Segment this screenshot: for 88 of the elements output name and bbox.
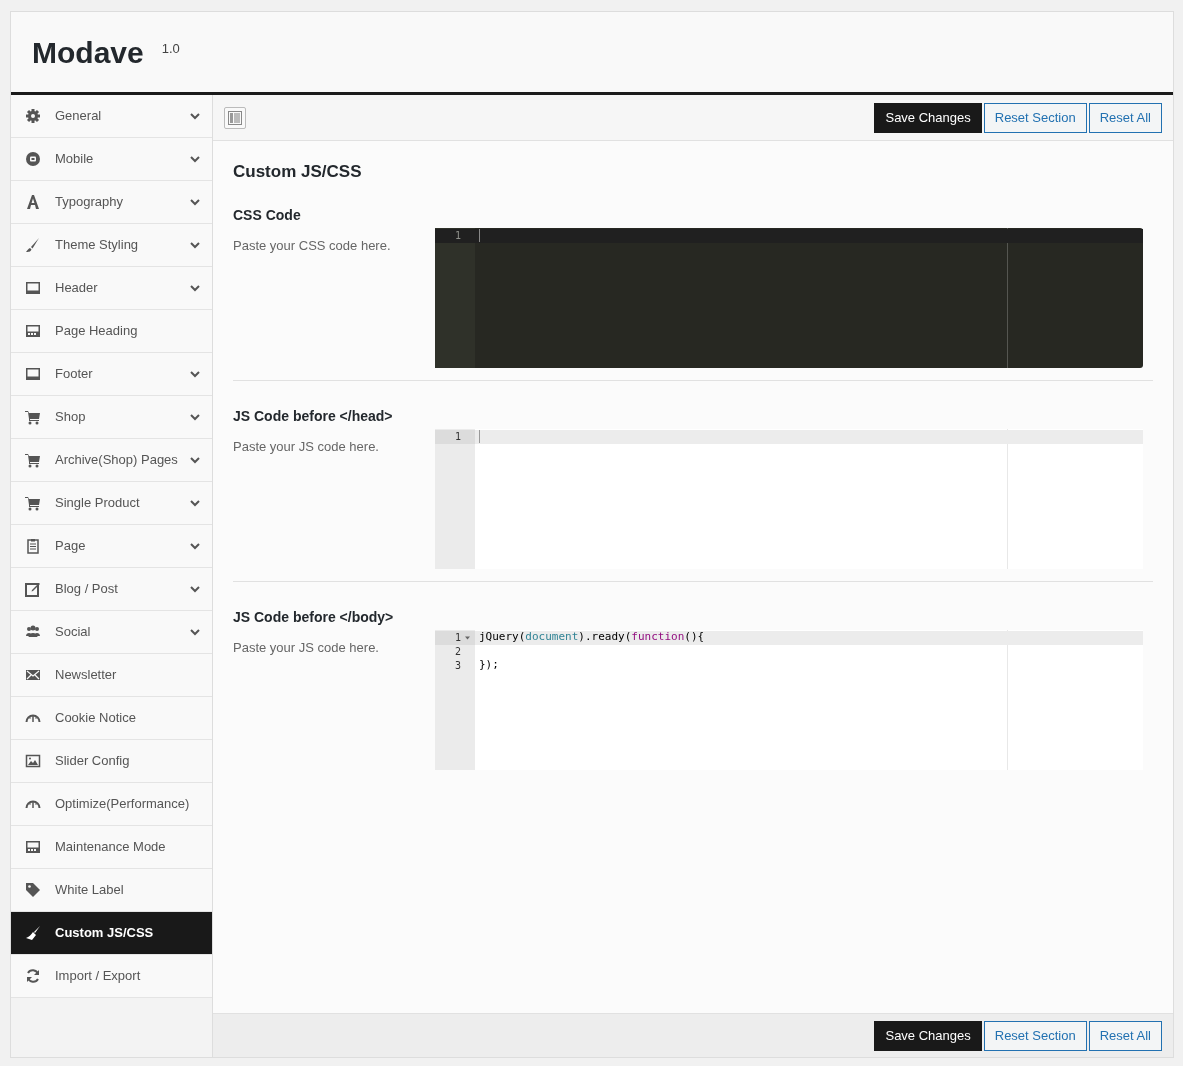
field-label: JS Code before </body> xyxy=(233,607,395,627)
sidebar-item-label: Archive(Shop) Pages xyxy=(55,451,179,470)
sidebar-item[interactable]: Header xyxy=(11,267,212,310)
sidebar-item[interactable]: Archive(Shop) Pages xyxy=(11,439,212,482)
sidebar-item[interactable]: Import / Export xyxy=(11,955,212,998)
cart-icon xyxy=(25,409,41,425)
sidebar-item-label: General xyxy=(55,107,103,126)
tag-icon xyxy=(25,882,41,898)
sidebar-item[interactable]: Mobile xyxy=(11,138,212,181)
cart-icon xyxy=(25,495,41,511)
layout-toggle-icon[interactable] xyxy=(224,106,246,129)
sidebar-item-label: Optimize(Performance) xyxy=(55,795,191,814)
image-icon xyxy=(25,753,41,769)
sidebar-item-label: Single Product xyxy=(55,494,141,513)
reset-button[interactable]: Reset Section xyxy=(983,102,1087,133)
sidebar-item-label: Header xyxy=(55,279,99,298)
line-number: 1 xyxy=(454,631,461,645)
reset-button[interactable]: Reset All xyxy=(1088,1020,1162,1051)
sidebar-item-label: Social xyxy=(55,623,92,642)
code-editor[interactable]: 1 xyxy=(435,428,1143,569)
sidebar-item-label: Custom JS/CSS xyxy=(55,924,155,943)
sidebar-item-label: Cookie Notice xyxy=(55,709,137,728)
code-line: jQuery(document).ready(function(){ xyxy=(479,629,705,646)
field-description: Paste your JS code here. xyxy=(233,638,380,657)
line-number: 1 xyxy=(454,430,461,444)
sidebar-item-label: Typography xyxy=(55,193,124,212)
sidebar-item[interactable]: Custom JS/CSS xyxy=(11,912,212,955)
users-icon xyxy=(25,624,41,640)
sidebar-item[interactable]: Footer xyxy=(11,353,212,396)
sidebar-item-label: Import / Export xyxy=(55,967,142,986)
save-changes-button[interactable]: Save Changes xyxy=(874,1020,982,1051)
sidebar-item[interactable]: Maintenance Mode xyxy=(11,826,212,869)
version-label: 1.0 xyxy=(161,40,180,59)
line-number: 2 xyxy=(454,645,461,659)
code-editor[interactable]: 1 2 3 jQuery(document).ready(function(){ }); xyxy=(435,629,1143,770)
sidebar-item-label: Page Heading xyxy=(55,322,139,341)
field-label: JS Code before </head> xyxy=(233,406,394,426)
sidebar-item[interactable]: Slider Config xyxy=(11,740,212,783)
sidebar-item[interactable]: Cookie Notice xyxy=(11,697,212,740)
sidebar-item-label: Page xyxy=(55,537,87,556)
cart-icon xyxy=(25,452,41,468)
field-description: Paste your JS code here. xyxy=(233,437,380,456)
sidebar-item-label: White Label xyxy=(55,881,125,900)
text-cursor xyxy=(479,430,480,443)
sidebar-item-label: Footer xyxy=(55,365,94,384)
refresh-icon xyxy=(25,968,41,984)
line-number: 3 xyxy=(454,659,461,673)
sidebar-item-label: Slider Config xyxy=(55,752,131,771)
sidebar-item[interactable]: Optimize(Performance) xyxy=(11,783,212,826)
sidebar-item[interactable]: Blog / Post xyxy=(11,568,212,611)
section-title: Custom JS/CSS xyxy=(233,161,363,183)
sidebar-item-label: Mobile xyxy=(55,150,95,169)
envelope-icon xyxy=(25,667,41,683)
fold-icon[interactable] xyxy=(464,634,471,641)
sidebar-item[interactable]: White Label xyxy=(11,869,212,912)
sidebar-item[interactable]: Typography xyxy=(11,181,212,224)
clipboard-icon xyxy=(25,538,41,554)
reset-button[interactable]: Reset All xyxy=(1088,102,1162,133)
window-icon xyxy=(25,280,41,296)
code-line: }); xyxy=(479,657,499,674)
app-title: Modave xyxy=(32,34,144,71)
sidebar-item-label: Maintenance Mode xyxy=(55,838,167,857)
sidebar-item[interactable]: Page xyxy=(11,525,212,568)
sidebar-item-label: Shop xyxy=(55,408,87,427)
sidebar-item[interactable]: Page Heading xyxy=(11,310,212,353)
sidebar-item-label: Newsletter xyxy=(55,666,118,685)
edit-icon xyxy=(25,581,41,597)
line-number: 1 xyxy=(454,229,461,243)
field-description: Paste your CSS code here. xyxy=(233,236,392,255)
round-button-icon xyxy=(25,151,41,167)
window-icon xyxy=(25,366,41,382)
save-changes-button[interactable]: Save Changes xyxy=(874,102,982,133)
sidebar-item[interactable]: General xyxy=(11,95,212,138)
gear-icon xyxy=(25,108,41,124)
sidebar-item[interactable]: Newsletter xyxy=(11,654,212,697)
sidebar-item[interactable]: Single Product xyxy=(11,482,212,525)
sidebar-item-label: Theme Styling xyxy=(55,236,140,255)
layout-icon xyxy=(25,839,41,855)
letter-a-icon xyxy=(25,194,41,210)
layout-icon xyxy=(25,323,41,339)
text-cursor xyxy=(479,229,480,242)
reset-button[interactable]: Reset Section xyxy=(983,1020,1087,1051)
sidebar-item-label: Blog / Post xyxy=(55,580,119,599)
sidebar-item[interactable]: Social xyxy=(11,611,212,654)
field-label: CSS Code xyxy=(233,205,302,225)
sidebar-item[interactable]: Shop xyxy=(11,396,212,439)
code-editor[interactable]: 1 xyxy=(435,227,1143,368)
sidebar-item[interactable]: Theme Styling xyxy=(11,224,212,267)
